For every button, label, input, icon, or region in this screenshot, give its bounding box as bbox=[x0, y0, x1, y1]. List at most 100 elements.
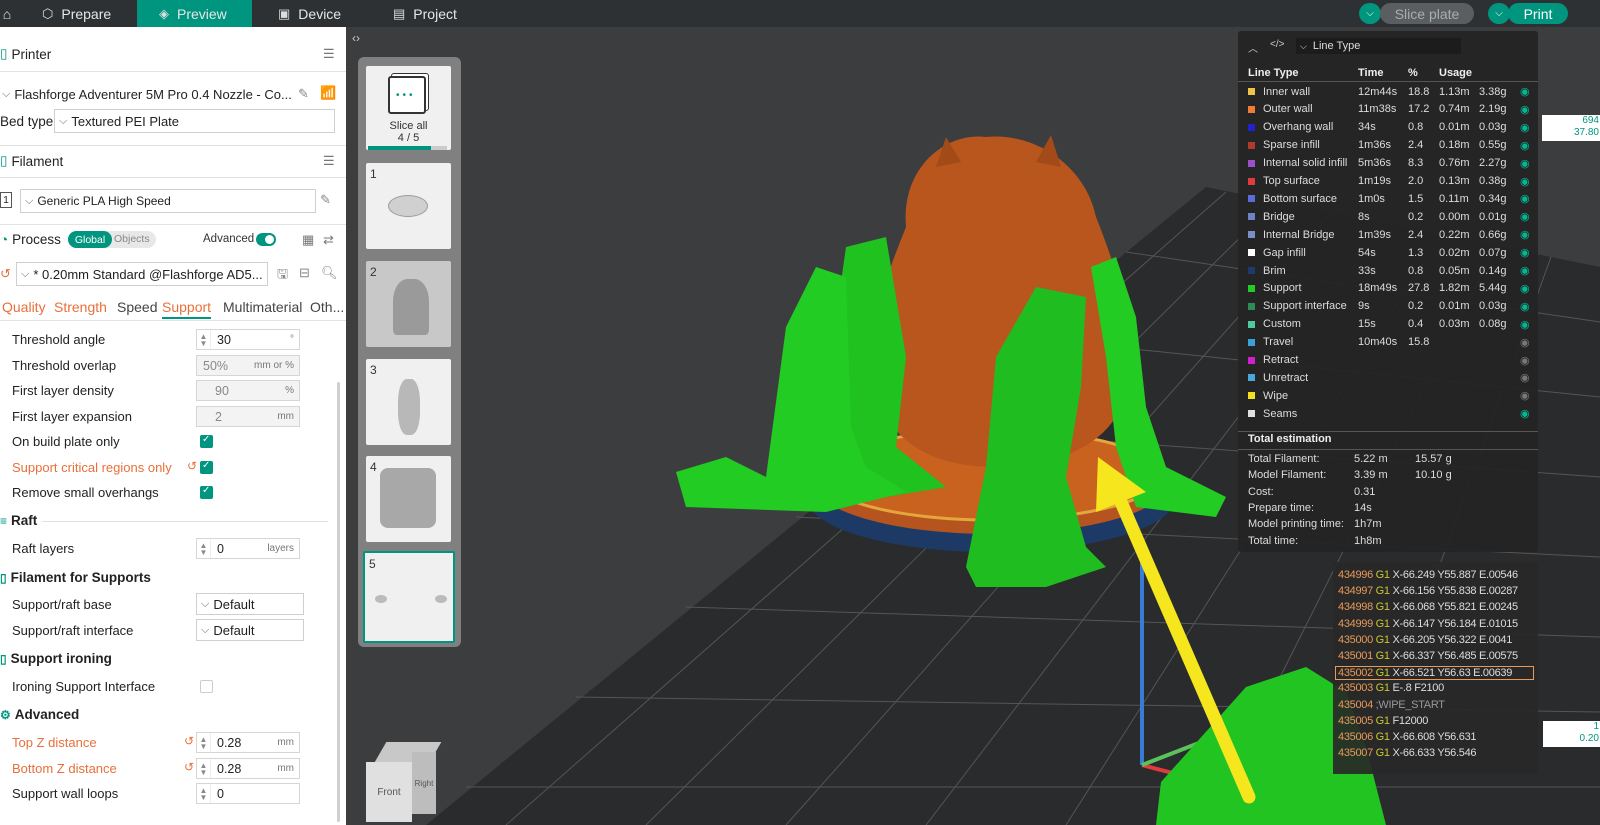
view-type-select[interactable]: ⌵ Line Type bbox=[1296, 38, 1461, 54]
settings-scrollbar[interactable] bbox=[337, 382, 340, 822]
legend-row[interactable]: Travel 10m40s 15.8 ◉ bbox=[1248, 334, 1533, 351]
ironing-support-interface-checkbox[interactable] bbox=[200, 680, 213, 693]
stepper-icon[interactable]: ▲ ▼ bbox=[197, 759, 211, 778]
bed-type-select[interactable]: ⌵ Textured PEI Plate bbox=[54, 109, 335, 133]
print-button[interactable]: Print bbox=[1508, 3, 1568, 24]
plate-thumb-4[interactable]: 4 bbox=[366, 456, 451, 542]
tab-preview[interactable]: ◈ Preview bbox=[137, 0, 252, 27]
top-z-distance-input[interactable]: ▲ ▼ 0.28 mm bbox=[196, 732, 300, 753]
plate-thumb-5[interactable]: 5 bbox=[363, 551, 455, 643]
eye-icon[interactable]: ◉ bbox=[1520, 246, 1530, 259]
home-button[interactable]: ⌂ bbox=[0, 0, 14, 27]
printer-select[interactable]: ⌵ Flashforge Adventurer 5M Pro 0.4 Nozzle… bbox=[0, 82, 296, 106]
eye-icon[interactable]: ◉ bbox=[1520, 371, 1530, 384]
filament-settings-icon[interactable]: ☰ bbox=[323, 153, 335, 169]
legend-row[interactable]: Seams ◉ bbox=[1248, 405, 1533, 422]
threshold-overlap-input[interactable]: 50% mm or % bbox=[196, 355, 300, 376]
remove-small-overhangs-checkbox[interactable] bbox=[200, 485, 213, 499]
filament-select[interactable]: ⌵ Generic PLA High Speed bbox=[20, 189, 316, 213]
eye-icon[interactable]: ◉ bbox=[1520, 192, 1530, 205]
eye-icon[interactable]: ◉ bbox=[1520, 210, 1530, 223]
eye-icon[interactable]: ◉ bbox=[1520, 282, 1530, 295]
tab-prepare[interactable]: ⬡ Prepare bbox=[20, 0, 137, 27]
printer-settings-icon[interactable]: ☰ bbox=[323, 46, 335, 62]
legend-row[interactable]: Top surface 1m19s 2.0 0.13m 0.38g ◉ bbox=[1248, 173, 1533, 190]
tab-quality[interactable]: Quality bbox=[2, 299, 46, 315]
gcode-line[interactable]: 435001 G1 X-66.337 Y56.485 E.00575 bbox=[1338, 650, 1518, 662]
first-layer-density-input[interactable]: 90% bbox=[196, 380, 300, 401]
legend-row[interactable]: Outer wall 11m38s 17.2 0.74m 2.19g ◉ bbox=[1248, 101, 1533, 118]
tab-device[interactable]: ▣ Device bbox=[270, 0, 370, 27]
first-layer-expansion-input[interactable]: 2 mm bbox=[196, 406, 300, 427]
eye-icon[interactable]: ◉ bbox=[1520, 264, 1530, 277]
slice-dropdown-button[interactable]: ⌵ bbox=[1359, 3, 1381, 24]
gcode-line[interactable]: 435004 ;WIPE_START bbox=[1338, 699, 1445, 711]
global-toggle-option[interactable]: Global bbox=[68, 231, 112, 248]
slice-all-button[interactable]: ••• Slice all 4 / 5 bbox=[366, 66, 451, 150]
eye-icon[interactable]: ◉ bbox=[1520, 121, 1530, 134]
legend-row[interactable]: Unretract ◉ bbox=[1248, 369, 1533, 386]
stepper-icon[interactable]: ▲ ▼ bbox=[197, 330, 211, 349]
support-wall-loops-input[interactable]: ▲ ▼ 0 bbox=[196, 783, 300, 804]
stepper-icon[interactable]: ▲ ▼ bbox=[197, 539, 211, 558]
bottom-z-distance-input[interactable]: ▲ ▼ 0.28 mm bbox=[196, 758, 300, 779]
stepper-icon[interactable]: ▲ ▼ bbox=[197, 733, 211, 752]
edit-icon[interactable]: ✎ bbox=[320, 192, 331, 208]
tab-multimaterial[interactable]: Multimaterial bbox=[223, 299, 302, 315]
search-icon[interactable]: 🔍︎ bbox=[321, 265, 338, 281]
raft-layers-input[interactable]: ▲ ▼ 0 layers bbox=[196, 538, 300, 559]
threshold-angle-input[interactable]: ▲ ▼ 30 ° bbox=[196, 329, 300, 350]
support-raft-interface-select[interactable]: ⌵ Default bbox=[196, 619, 304, 641]
support-critical-checkbox[interactable] bbox=[200, 460, 213, 474]
gcode-line[interactable]: 434999 G1 X-66.147 Y56.184 E.01015 bbox=[1338, 618, 1518, 630]
eye-icon[interactable]: ◉ bbox=[1520, 139, 1530, 152]
legend-row[interactable]: Brim 33s 0.8 0.05m 0.14g ◉ bbox=[1248, 262, 1533, 279]
eye-icon[interactable]: ◉ bbox=[1520, 354, 1530, 367]
tab-speed[interactable]: Speed bbox=[117, 299, 157, 315]
gcode-line[interactable]: 434998 G1 X-66.068 Y55.821 E.00245 bbox=[1338, 601, 1518, 613]
gcode-line[interactable]: 435007 G1 X-66.633 Y56.546 bbox=[1338, 747, 1477, 759]
eye-icon[interactable]: ◉ bbox=[1520, 228, 1530, 241]
legend-row[interactable]: Custom 15s 0.4 0.03m 0.08g ◉ bbox=[1248, 316, 1533, 333]
legend-row[interactable]: Sparse infill 1m36s 2.4 0.18m 0.55g ◉ bbox=[1248, 137, 1533, 154]
eye-icon[interactable]: ◉ bbox=[1520, 85, 1530, 98]
gcode-line[interactable]: 435000 G1 X-66.205 Y56.322 E.0041 bbox=[1338, 634, 1512, 646]
sync-icon[interactable]: ⇄ bbox=[323, 232, 334, 248]
plate-thumb-3[interactable]: 3 bbox=[366, 359, 451, 445]
gcode-line[interactable]: 435002 G1 X-66.521 Y56.63 E.00639 bbox=[1335, 666, 1534, 681]
support-raft-base-select[interactable]: ⌵ Default bbox=[196, 593, 304, 615]
stepper-icon[interactable]: ▲ ▼ bbox=[197, 784, 211, 803]
tab-support[interactable]: Support bbox=[162, 299, 212, 319]
eye-icon[interactable]: ◉ bbox=[1520, 318, 1530, 331]
legend-row[interactable]: Overhang wall 34s 0.8 0.01m 0.03g ◉ bbox=[1248, 119, 1533, 136]
save-icon[interactable]: 🖫 bbox=[277, 265, 288, 287]
tab-strength[interactable]: Strength bbox=[54, 299, 107, 315]
legend-row[interactable]: Support 18m49s 27.8 1.82m 5.44g ◉ bbox=[1248, 280, 1533, 297]
eye-icon[interactable]: ◉ bbox=[1520, 103, 1530, 116]
on-build-plate-only-checkbox[interactable] bbox=[200, 434, 213, 448]
legend-row[interactable]: Bridge 8s 0.2 0.00m 0.01g ◉ bbox=[1248, 208, 1533, 225]
legend-row[interactable]: Internal solid infill 5m36s 8.3 0.76m 2.27g ◉ bbox=[1248, 155, 1533, 172]
slice-plate-button[interactable]: Slice plate bbox=[1380, 3, 1474, 24]
objects-toggle-option[interactable]: Objects bbox=[114, 233, 150, 245]
legend-row[interactable]: Wipe ◉ bbox=[1248, 387, 1533, 404]
eye-icon[interactable]: ◉ bbox=[1520, 336, 1530, 349]
reset-icon[interactable]: ↺ bbox=[184, 734, 194, 748]
print-dropdown-button[interactable]: ⌵ bbox=[1488, 3, 1510, 24]
code-icon[interactable]: </> bbox=[1270, 39, 1284, 50]
gcode-line[interactable]: 434996 G1 X-66.249 Y55.887 E.00546 bbox=[1338, 569, 1518, 581]
eye-icon[interactable]: ◉ bbox=[1520, 407, 1530, 420]
gcode-line[interactable]: 435005 G1 F12000 bbox=[1338, 715, 1428, 727]
legend-row[interactable]: Support interface 9s 0.2 0.01m 0.03g ◉ bbox=[1248, 298, 1533, 315]
collapse-sidebar-icon[interactable]: ‹› bbox=[352, 31, 360, 45]
legend-row[interactable]: Gap infill 54s 1.3 0.02m 0.07g ◉ bbox=[1248, 244, 1533, 261]
process-preset-select[interactable]: ⌵ * 0.20mm Standard @Flashforge AD5... bbox=[16, 262, 268, 286]
compare-icon[interactable]: ▦ bbox=[302, 232, 314, 248]
view-cube-front[interactable]: Front bbox=[366, 762, 412, 822]
collapse-icon[interactable]: ⊟ bbox=[299, 265, 310, 281]
legend-row[interactable]: Internal Bridge 1m39s 2.4 0.22m 0.66g ◉ bbox=[1248, 226, 1533, 243]
collapse-icon[interactable]: ︿ bbox=[1248, 40, 1258, 55]
gcode-line[interactable]: 434997 G1 X-66.156 Y55.838 E.00287 bbox=[1338, 585, 1518, 597]
gcode-line[interactable]: 435006 G1 X-66.608 Y56.631 bbox=[1338, 731, 1477, 743]
legend-row[interactable]: Inner wall 12m44s 18.8 1.13m 3.38g ◉ bbox=[1248, 83, 1533, 100]
